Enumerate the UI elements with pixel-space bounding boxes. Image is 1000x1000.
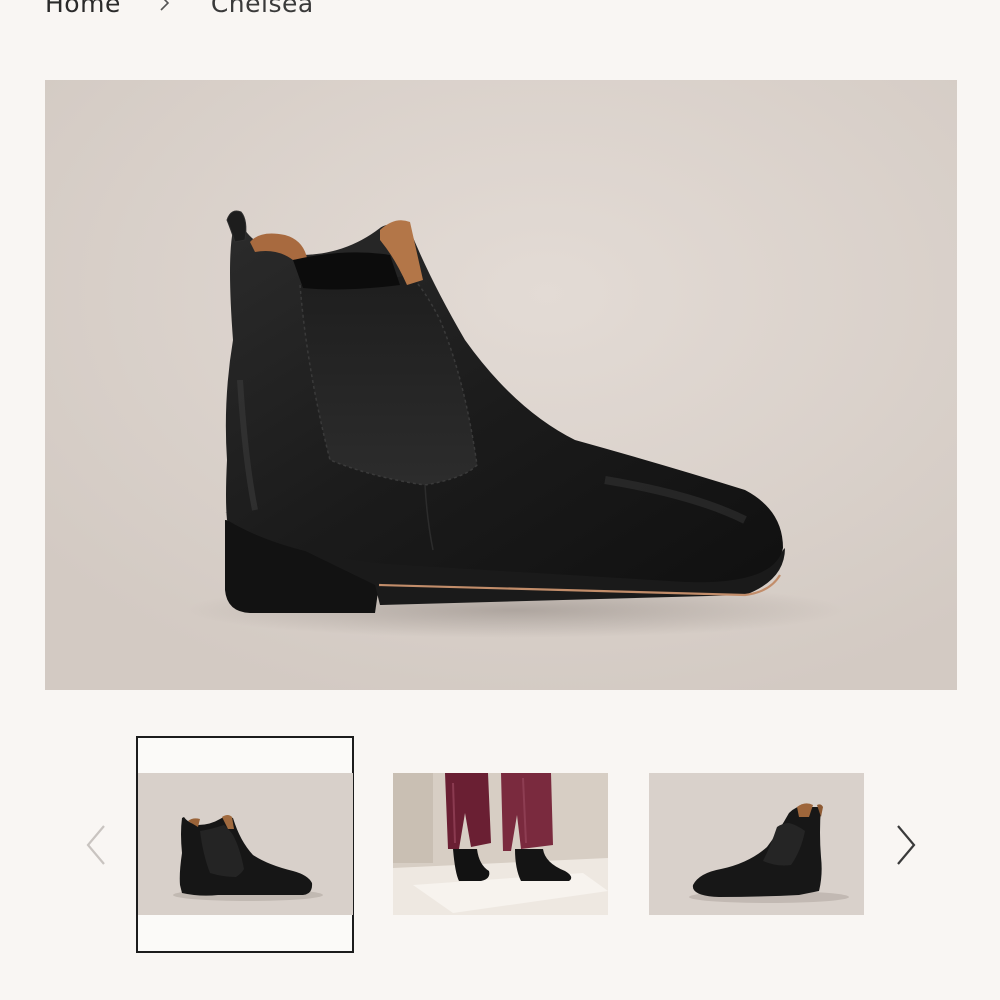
thumbnail-3[interactable] bbox=[649, 773, 864, 915]
breadcrumb-home-link[interactable]: Home bbox=[45, 0, 121, 18]
chevron-right-icon[interactable] bbox=[890, 820, 920, 870]
breadcrumb: Home Chelsea bbox=[45, 0, 314, 20]
black-chelsea-boot-angle-thumbnail bbox=[649, 773, 864, 915]
black-chelsea-boot-side-thumbnail bbox=[138, 773, 353, 915]
chevron-left-icon[interactable] bbox=[82, 820, 112, 870]
product-page: Home Chelsea bbox=[0, 0, 1000, 1000]
model-wearing-boots-thumbnail bbox=[393, 773, 608, 915]
thumbnail-2[interactable] bbox=[393, 773, 608, 915]
chevron-right-icon bbox=[155, 0, 175, 20]
thumbnail-1[interactable] bbox=[138, 773, 353, 915]
breadcrumb-current: Chelsea bbox=[210, 0, 314, 18]
main-product-image[interactable] bbox=[45, 80, 957, 690]
chelsea-boot-illustration bbox=[45, 80, 957, 690]
